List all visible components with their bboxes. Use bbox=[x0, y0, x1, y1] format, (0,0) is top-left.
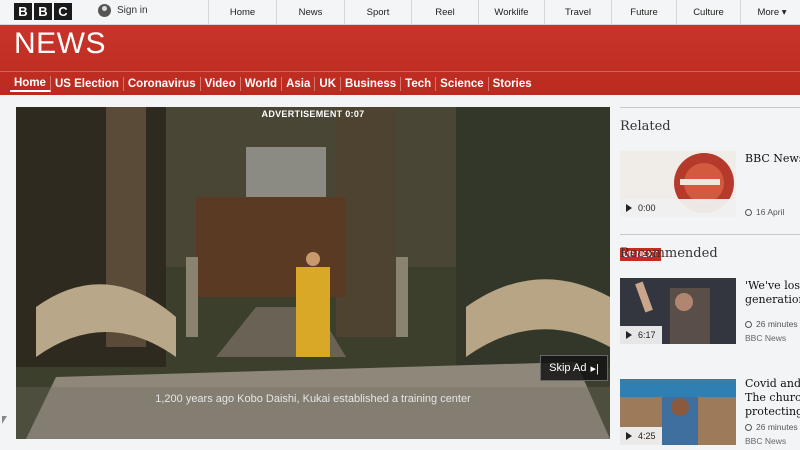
related-thumbnail[interactable]: 0:00 bbox=[620, 151, 736, 217]
bbc-logo[interactable]: B B C bbox=[14, 3, 72, 20]
news-subnav: Home US Election Coronavirus Video World… bbox=[0, 71, 800, 95]
recommended-source: BBC News bbox=[745, 333, 787, 343]
video-caption: 1,200 years ago Kobo Daishi, Kukai estab… bbox=[155, 393, 471, 405]
play-icon bbox=[626, 331, 632, 339]
mouse-cursor-icon bbox=[2, 416, 7, 424]
ad-countdown: ADVERTISEMENT 0:07 bbox=[261, 109, 365, 119]
recommended-title-line: The church bbox=[745, 391, 800, 404]
subnav-home[interactable]: Home bbox=[10, 75, 51, 92]
skip-next-icon: ▸| bbox=[590, 362, 599, 375]
recommended-title[interactable]: 'We've los generation bbox=[745, 279, 800, 307]
skip-ad-label: Skip Ad bbox=[549, 362, 587, 374]
recommended-title-line: generation bbox=[745, 293, 800, 306]
divider bbox=[620, 234, 800, 235]
recommended-duration: 4:25 bbox=[638, 431, 656, 441]
related-date: 16 April bbox=[756, 207, 785, 217]
nav-sport[interactable]: Sport bbox=[344, 0, 411, 24]
subnav-tech[interactable]: Tech bbox=[401, 76, 437, 91]
recommended-title-line: 'We've los bbox=[745, 279, 800, 292]
recommended-play-bar[interactable]: 6:17 bbox=[620, 326, 662, 344]
related-duration: 0:00 bbox=[638, 203, 656, 213]
user-icon bbox=[98, 4, 111, 17]
video-player[interactable]: ADVERTISEMENT 0:07 1,200 years ago Kobo … bbox=[16, 107, 610, 439]
news-banner: NEWS Home US Election Coronavirus Video … bbox=[0, 25, 800, 95]
global-nav: Home News Sport Reel Worklife Travel Fut… bbox=[208, 0, 800, 24]
global-header: B B C Sign in Home News Sport Reel Workl… bbox=[0, 0, 800, 25]
nav-worklife[interactable]: Worklife bbox=[478, 0, 544, 24]
page-content: ADVERTISEMENT 0:07 1,200 years ago Kobo … bbox=[0, 95, 800, 450]
sign-in-label: Sign in bbox=[117, 5, 148, 16]
subnav-science[interactable]: Science bbox=[436, 76, 489, 91]
recommended-title[interactable]: Covid and The church protecting bbox=[745, 377, 800, 419]
nav-reel[interactable]: Reel bbox=[411, 0, 478, 24]
sign-in-link[interactable]: Sign in bbox=[98, 4, 148, 17]
subnav-video[interactable]: Video bbox=[201, 76, 241, 91]
nav-future[interactable]: Future bbox=[611, 0, 676, 24]
clock-icon bbox=[745, 320, 752, 328]
recommended-title-line: protecting bbox=[745, 405, 800, 418]
recommended-source: BBC News bbox=[745, 436, 787, 446]
clock-icon bbox=[745, 208, 752, 216]
recommended-heading: Recommended bbox=[620, 246, 718, 261]
recommended-thumbnail[interactable]: 4:25 bbox=[620, 379, 736, 445]
subnav-us-election[interactable]: US Election bbox=[51, 76, 124, 91]
related-meta: 16 April bbox=[745, 207, 784, 217]
clock-icon bbox=[745, 423, 752, 431]
recommended-meta: 26 minutes bbox=[745, 422, 798, 432]
nav-home[interactable]: Home bbox=[208, 0, 276, 24]
related-title[interactable]: BBC News bbox=[745, 152, 800, 166]
recommended-duration: 6:17 bbox=[638, 330, 656, 340]
subnav-world[interactable]: World bbox=[241, 76, 283, 91]
recommended-age: 26 minutes bbox=[756, 422, 798, 432]
logo-letter: C bbox=[54, 3, 72, 20]
recommended-thumbnail[interactable]: 6:17 bbox=[620, 278, 736, 344]
logo-letter: B bbox=[34, 3, 52, 20]
subnav-stories[interactable]: Stories bbox=[489, 77, 536, 91]
subnav-business[interactable]: Business bbox=[341, 76, 402, 91]
divider bbox=[620, 107, 800, 108]
logo-letter: B bbox=[14, 3, 32, 20]
play-icon bbox=[626, 432, 632, 440]
nav-travel[interactable]: Travel bbox=[544, 0, 611, 24]
recommended-age: 26 minutes bbox=[756, 319, 798, 329]
nav-more[interactable]: More ▾ bbox=[740, 0, 800, 24]
video-frame bbox=[16, 107, 610, 439]
play-icon bbox=[626, 204, 632, 212]
nav-culture[interactable]: Culture bbox=[676, 0, 740, 24]
subnav-asia[interactable]: Asia bbox=[282, 76, 316, 91]
related-heading: Related bbox=[620, 119, 671, 134]
nav-news[interactable]: News bbox=[276, 0, 344, 24]
recommended-title-line: Covid and bbox=[745, 377, 800, 390]
recommended-play-bar[interactable]: 4:25 bbox=[620, 427, 662, 445]
recommended-meta: 26 minutes bbox=[745, 319, 798, 329]
subnav-uk[interactable]: UK bbox=[315, 76, 342, 91]
news-title[interactable]: NEWS bbox=[14, 27, 106, 61]
subnav-coronavirus[interactable]: Coronavirus bbox=[124, 76, 201, 91]
related-play-bar[interactable]: 0:00 bbox=[620, 199, 736, 217]
skip-ad-button[interactable]: Skip Ad ▸| bbox=[540, 355, 608, 381]
